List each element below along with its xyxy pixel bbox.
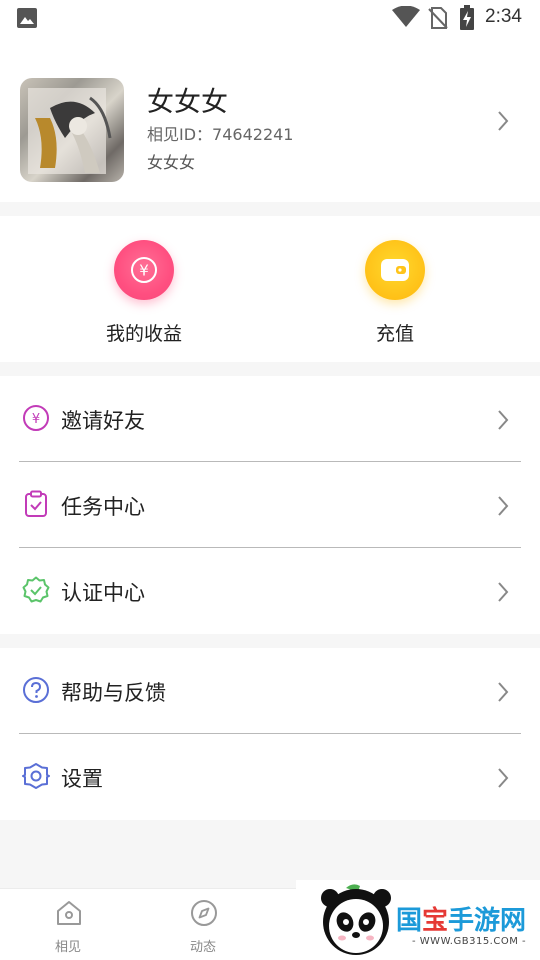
battery-charging-icon: [460, 5, 474, 30]
menu-item-settings[interactable]: 设置: [0, 734, 540, 820]
menu-item-invite-friends[interactable]: ¥ 邀请好友: [0, 376, 540, 462]
avatar[interactable]: [20, 78, 124, 182]
menu-item-label: 任务中心: [61, 495, 145, 519]
profile-user-id: 相见ID：74642241: [147, 125, 294, 144]
menu-group-primary: ¥ 邀请好友 任务中心 认证中心: [0, 376, 540, 634]
panda-mascot-icon: [321, 884, 391, 955]
content-spacer: [0, 820, 540, 888]
gear-icon: [22, 763, 50, 789]
tab-home[interactable]: 相见: [28, 889, 108, 960]
tab-moments[interactable]: 动态: [163, 889, 243, 960]
chevron-right-icon: [498, 768, 509, 788]
watermark-logo: 国宝手游网 - WWW.GB315.COM -: [296, 880, 540, 960]
watermark-title: 国宝手游网: [396, 906, 527, 936]
menu-item-task-center[interactable]: 任务中心: [0, 462, 540, 548]
menu-item-label: 帮助与反馈: [61, 681, 166, 705]
profile-card[interactable]: 女女女 相见ID：74642241 女女女: [0, 36, 540, 202]
status-time: 2:34: [485, 6, 522, 27]
earnings-icon: ¥: [114, 240, 174, 300]
menu-item-label: 认证中心: [61, 581, 145, 605]
help-circle-icon: [23, 677, 49, 703]
no-sim-icon: [428, 7, 448, 29]
menu-item-verification-center[interactable]: 认证中心: [0, 548, 540, 634]
menu-item-label: 邀请好友: [61, 409, 145, 433]
chevron-right-icon: [498, 496, 509, 516]
wallet-section: ¥ 我的收益 充值: [0, 216, 540, 362]
my-earnings-button[interactable]: ¥ 我的收益: [64, 216, 224, 362]
home-icon: [57, 901, 81, 925]
svg-text:¥: ¥: [32, 412, 40, 427]
yen-circle-icon: ¥: [23, 405, 49, 431]
avatar-image: [28, 88, 112, 174]
clipboard-check-icon: [25, 490, 47, 517]
wifi-icon: [392, 6, 420, 27]
status-bar: 2:34: [0, 0, 540, 36]
watermark-url: - WWW.GB315.COM -: [412, 936, 527, 947]
verified-badge-icon: [22, 576, 50, 603]
yen-symbol: ¥: [139, 262, 149, 280]
image-notification-icon: [17, 8, 37, 28]
recharge-label: 充值: [375, 323, 414, 345]
tab-moments-label: 动态: [189, 940, 216, 955]
menu-item-label: 设置: [61, 767, 103, 791]
chevron-right-icon: [498, 111, 509, 131]
earnings-label: 我的收益: [105, 323, 182, 345]
recharge-button[interactable]: 充值: [315, 216, 475, 362]
compass-icon: [191, 900, 217, 926]
chevron-right-icon: [498, 682, 509, 702]
profile-nickname: 女女女: [147, 87, 228, 118]
menu-group-secondary: 帮助与反馈 设置: [0, 648, 540, 820]
tab-home-label: 相见: [54, 940, 81, 955]
chevron-right-icon: [498, 410, 509, 430]
wallet-icon: [365, 240, 425, 300]
chevron-right-icon: [498, 582, 509, 602]
profile-signature: 女女女: [147, 153, 196, 172]
menu-item-help-feedback[interactable]: 帮助与反馈: [0, 648, 540, 734]
